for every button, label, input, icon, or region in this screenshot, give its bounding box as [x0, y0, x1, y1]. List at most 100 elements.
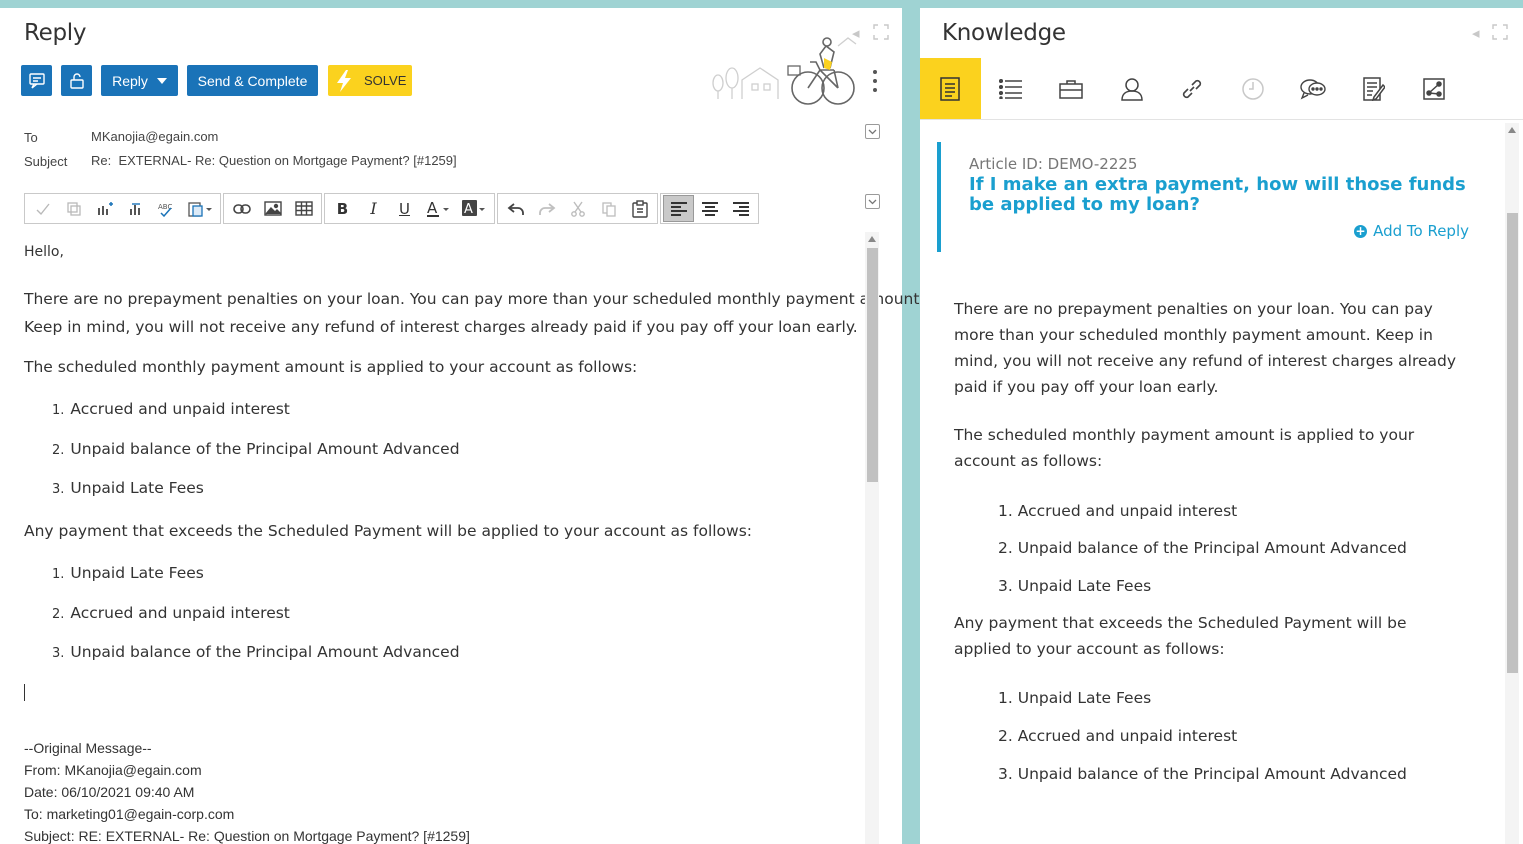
list-item: 2. Accrued and unpaid interest	[998, 727, 1238, 745]
send-complete-button[interactable]: Send & Complete	[187, 65, 318, 96]
editor-scrollbar[interactable]	[865, 232, 879, 844]
to-field[interactable]: MKanojia@egain.com	[91, 129, 218, 144]
list-item: 2. Unpaid balance of the Principal Amoun…	[998, 539, 1407, 557]
expand-header-toggle[interactable]	[865, 124, 880, 139]
align-left-icon[interactable]	[663, 195, 694, 222]
add-to-reply-link[interactable]: + Add To Reply	[1354, 222, 1469, 240]
article-title[interactable]: If I make an extra payment, how will tho…	[969, 175, 1469, 215]
knowledge-panel: Knowledge ◂ Article ID: DEMO-2225 If I m…	[920, 8, 1523, 844]
bold-icon[interactable]: B	[327, 195, 358, 222]
collapse-arrow-icon[interactable]: ◂	[1472, 26, 1480, 42]
article-id: Article ID: DEMO-2225	[969, 155, 1138, 173]
insert-macro-icon[interactable]	[89, 195, 120, 222]
article-icon	[940, 76, 960, 101]
insert-link-icon[interactable]	[226, 195, 257, 222]
list-item: 3. Unpaid balance of the Principal Amoun…	[998, 765, 1407, 783]
subject-field[interactable]: Re: EXTERNAL- Re: Question on Mortgage P…	[91, 153, 457, 168]
insert-field-icon[interactable]	[120, 195, 151, 222]
reply-button-label: Reply	[112, 72, 148, 89]
toolbar-group-align	[660, 193, 759, 224]
spellcheck-icon[interactable]: ABC	[151, 195, 182, 222]
align-center-icon[interactable]	[694, 195, 725, 222]
scroll-up-arrow-icon[interactable]	[1508, 127, 1516, 133]
paste-options-dropdown[interactable]	[182, 195, 218, 222]
toolbar-group-tools: ABC	[24, 193, 221, 224]
article-paragraph: The scheduled monthly payment amount is …	[954, 426, 1415, 470]
toolbar-group-edit	[497, 193, 658, 224]
article-header: Article ID: DEMO-2225 If I make an extra…	[937, 142, 1497, 252]
original-subject: Subject: RE: EXTERNAL- Re: Question on M…	[24, 828, 470, 844]
caret-down-icon	[156, 77, 167, 84]
solve-button[interactable]: SOLVE	[328, 65, 412, 96]
bicycle-illustration-icon	[712, 37, 857, 105]
maximize-icon[interactable]	[873, 24, 889, 40]
font-color-icon[interactable]: A	[420, 195, 456, 222]
tab-links[interactable]	[1162, 58, 1223, 119]
tab-article[interactable]	[920, 58, 981, 119]
list-item: 1. Accrued and unpaid interest	[998, 502, 1238, 520]
chat-window-icon	[28, 72, 45, 89]
copy-icon[interactable]	[593, 195, 624, 222]
list-item: 3. Unpaid Late Fees	[998, 577, 1152, 595]
paragraph-text: The scheduled monthly payment amount is …	[24, 358, 638, 376]
link-icon	[1183, 79, 1202, 98]
send-complete-label: Send & Complete	[197, 72, 308, 89]
chevron-down-icon	[868, 199, 877, 204]
list-item: 1. Accrued and unpaid interest	[52, 400, 290, 418]
tab-list[interactable]	[981, 58, 1042, 119]
paragraph-line: Keep in mind, you will not receive any r…	[24, 318, 858, 336]
share-icon	[1423, 77, 1445, 100]
align-right-icon[interactable]	[725, 195, 756, 222]
lightning-icon	[337, 69, 351, 92]
text-cursor	[24, 684, 25, 701]
scroll-up-arrow-icon[interactable]	[868, 236, 876, 242]
conversation-button[interactable]	[21, 65, 52, 96]
unlock-button[interactable]	[61, 65, 92, 96]
chevron-down-icon	[868, 129, 877, 134]
notes-icon	[1363, 76, 1385, 101]
paste-icon[interactable]	[624, 195, 655, 222]
clock-icon	[1242, 77, 1264, 100]
copy-format-icon[interactable]	[58, 195, 89, 222]
spellcheck-approve-icon[interactable]	[27, 195, 58, 222]
paragraph-line: There are no prepayment penalties on you…	[24, 290, 925, 308]
reply-panel: Reply ◂ Reply Send & Complete SOLVE To M…	[0, 8, 924, 844]
expand-toolbar-toggle[interactable]	[865, 194, 880, 209]
unlock-icon	[69, 72, 84, 89]
knowledge-scrollbar[interactable]	[1505, 123, 1519, 844]
knowledge-title: Knowledge	[942, 20, 1066, 46]
original-to: To: marketing01@egain-corp.com	[24, 806, 235, 822]
editor-scrollbar-thumb[interactable]	[867, 248, 878, 482]
tab-history[interactable]	[1223, 58, 1284, 119]
toolbar-group-format: B I U A A	[324, 193, 495, 224]
tab-case[interactable]	[1041, 58, 1102, 119]
underline-icon[interactable]: U	[389, 195, 420, 222]
undo-icon[interactable]	[500, 195, 531, 222]
svg-text:A: A	[464, 202, 473, 217]
chat-icon	[1300, 78, 1326, 99]
tab-chat[interactable]	[1283, 58, 1344, 119]
cut-icon[interactable]	[562, 195, 593, 222]
maximize-icon[interactable]	[1492, 24, 1508, 40]
subject-label: Subject	[24, 154, 68, 169]
knowledge-scrollbar-thumb[interactable]	[1507, 213, 1518, 673]
article-paragraph: There are no prepayment penalties on you…	[954, 300, 1457, 396]
tab-share[interactable]	[1404, 58, 1465, 119]
redo-icon[interactable]	[531, 195, 562, 222]
article-paragraph: Any payment that exceeds the Scheduled P…	[954, 614, 1407, 658]
tab-customer[interactable]	[1102, 58, 1163, 119]
insert-table-icon[interactable]	[288, 195, 319, 222]
list-icon	[998, 78, 1022, 99]
background-color-icon[interactable]: A	[456, 195, 492, 222]
knowledge-tabs	[920, 58, 1523, 120]
reply-dropdown-button[interactable]: Reply	[101, 65, 178, 96]
original-from: From: MKanojia@egain.com	[24, 762, 202, 778]
list-item: 2. Accrued and unpaid interest	[52, 604, 290, 622]
insert-image-icon[interactable]	[257, 195, 288, 222]
original-date: Date: 06/10/2021 09:40 AM	[24, 784, 195, 800]
more-options-icon[interactable]	[866, 70, 884, 92]
tab-notes[interactable]	[1344, 58, 1405, 119]
original-message-header: --Original Message--	[24, 740, 152, 756]
italic-icon[interactable]: I	[358, 195, 389, 222]
list-item: 1. Unpaid Late Fees	[998, 689, 1152, 707]
